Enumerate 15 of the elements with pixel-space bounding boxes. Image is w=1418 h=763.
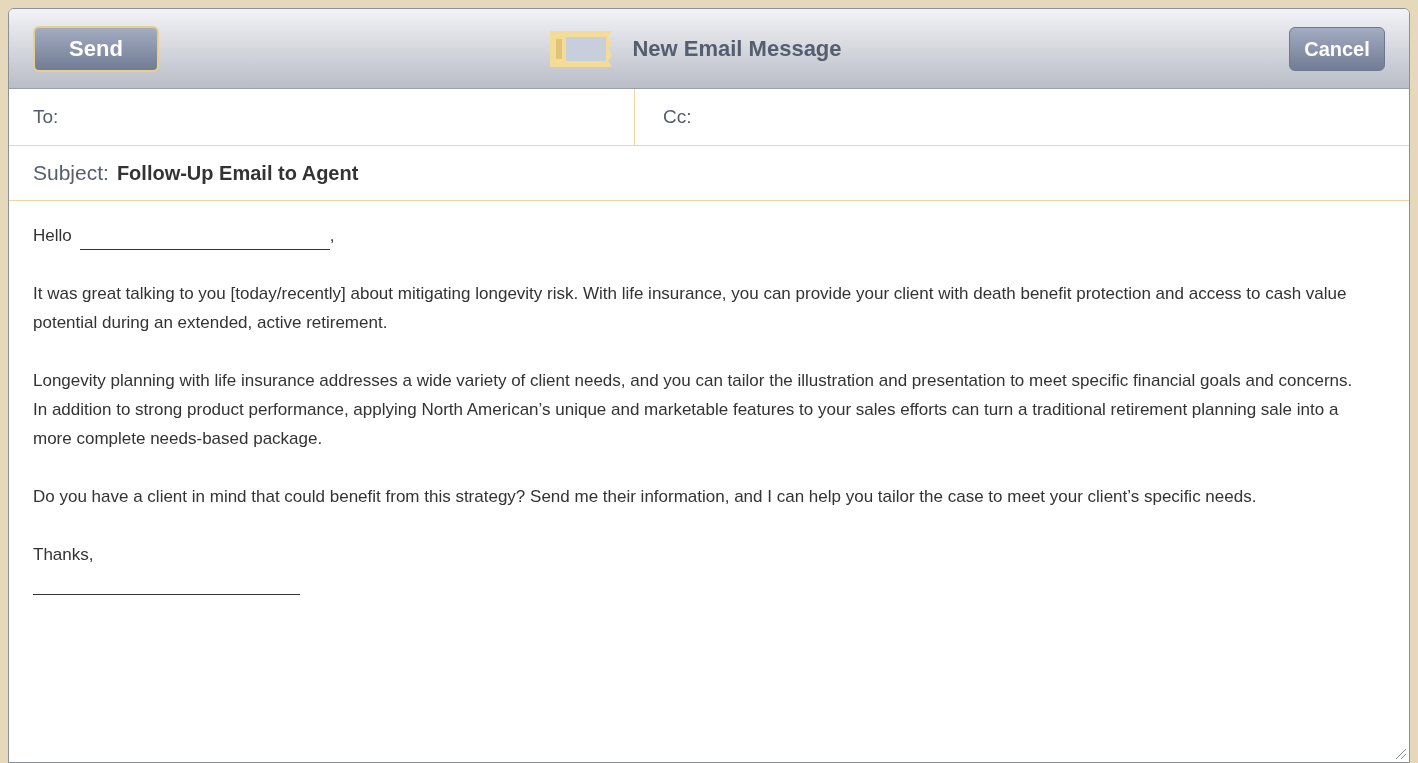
message-paragraph: It was great talking to you [today/recently] about mitigating longevity risk. With life insurance, you can provide your client with death benefit protection and access to cash value potential during an extended, active retirement. [33, 283, 1348, 334]
message-paragraph: Longevity planning with life insurance addresses a wide variety of client needs, and you can tailor the illustration and presentation to meet specific financial goals and concerns. In addition to strong product performance, applying North American’s unique and marketable features to your sales efforts can turn a traditional retirement planning sale into a more complete needs-based package. [33, 370, 1354, 450]
resize-handle-icon[interactable] [1395, 748, 1407, 760]
to-field[interactable]: To: [9, 89, 635, 145]
field-label: Cc: [663, 104, 692, 129]
closing-text: Thanks, [33, 544, 95, 566]
window-title: New Email Message [632, 35, 842, 63]
subject-text: Follow-Up Email to Agent [116, 161, 359, 186]
subject-field[interactable]: Subject: Follow-Up Email to Agent [9, 146, 1409, 201]
field-label: To: [33, 104, 59, 129]
field-label: Subject: [33, 160, 109, 187]
message-paragraph: Do you have a client in mind that could benefit from this strategy? Send me their information, and I can help you tailor the case to meet your client’s specific needs. [33, 486, 1258, 508]
greeting-comma: , [329, 225, 335, 247]
cc-field[interactable]: Cc: [635, 89, 1409, 145]
greeting-text: Hello [33, 225, 72, 247]
